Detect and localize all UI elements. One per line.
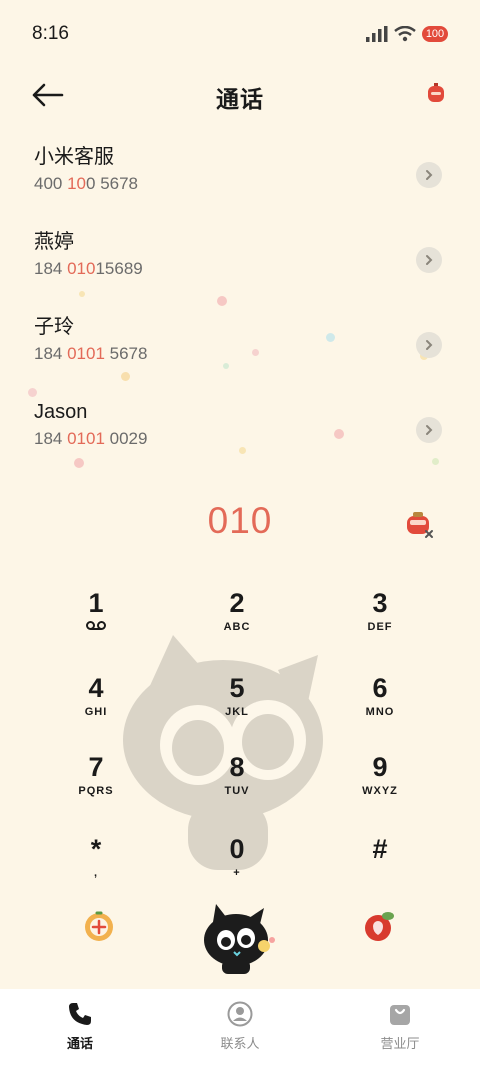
- contact-row[interactable]: 燕婷 184 01015689: [0, 229, 480, 314]
- voicemail-icon: [86, 621, 106, 630]
- key-2[interactable]: 2 ABC: [177, 586, 297, 666]
- contact-number: 400 100 5678: [34, 174, 139, 193]
- chevron-right-icon[interactable]: [416, 162, 442, 188]
- call-button[interactable]: [198, 900, 282, 976]
- contact-name: 燕婷: [34, 231, 74, 253]
- dial-actions: [0, 900, 480, 980]
- key-7[interactable]: 7 PQRS: [36, 750, 156, 830]
- phone-icon: [69, 1003, 91, 1025]
- key-6[interactable]: 6 MNO: [320, 671, 440, 751]
- key-1[interactable]: 1: [36, 586, 156, 666]
- key-3[interactable]: 3 DEF: [320, 586, 440, 666]
- menu-icon[interactable]: [81, 910, 117, 942]
- signal-icon: [366, 26, 388, 42]
- tab-contacts[interactable]: 联系人: [190, 1001, 290, 1052]
- contact-row[interactable]: 子玲 184 0101 5678: [0, 314, 480, 399]
- contact-number: 184 01015689: [34, 259, 143, 278]
- tab-service-hall[interactable]: 营业厅: [350, 1001, 450, 1052]
- contact-name: 小米客服: [34, 146, 114, 168]
- tab-calls[interactable]: 通话: [30, 1001, 130, 1052]
- bottom-tab-bar: 通话 联系人 营业厅: [0, 989, 480, 1067]
- key-4[interactable]: 4 GHI: [36, 671, 156, 751]
- battery-icon: 100: [422, 26, 448, 42]
- bag-icon: [390, 1005, 410, 1025]
- status-time: 8:16: [32, 23, 69, 44]
- contact-number: 184 0101 5678: [34, 344, 148, 363]
- wifi-icon: [394, 26, 416, 42]
- apple-icon[interactable]: [362, 910, 398, 942]
- lantern-icon[interactable]: [426, 83, 446, 105]
- delete-icon[interactable]: [404, 509, 434, 539]
- page-title: 通话: [216, 86, 264, 112]
- chevron-right-icon[interactable]: [416, 247, 442, 273]
- chevron-right-icon[interactable]: [416, 332, 442, 358]
- status-bar: 8:16 100: [0, 0, 480, 68]
- status-icons: 100: [366, 26, 448, 42]
- contact-name: Jason: [34, 401, 88, 423]
- contact-row[interactable]: Jason 184 0101 0029: [0, 399, 480, 484]
- contact-icon: [227, 1001, 253, 1027]
- contact-number: 184 0101 0029: [34, 429, 148, 448]
- key-5[interactable]: 5 JKL: [177, 671, 297, 751]
- key-9[interactable]: 9 WXYZ: [320, 750, 440, 830]
- contact-name: 子玲: [34, 316, 74, 338]
- contact-row[interactable]: 小米客服 400 100 5678: [0, 144, 480, 229]
- header: 通话: [0, 68, 480, 124]
- key-8[interactable]: 8 TUV: [177, 750, 297, 830]
- contact-suggestions: 小米客服 400 100 5678 燕婷 184 01015689 子玲 184…: [0, 144, 480, 484]
- chevron-right-icon[interactable]: [416, 417, 442, 443]
